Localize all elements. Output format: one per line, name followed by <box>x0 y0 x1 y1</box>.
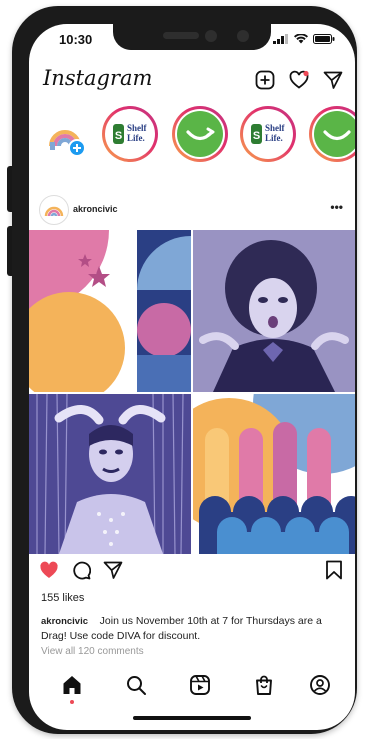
status-icons <box>273 34 335 44</box>
story-green-mark-1[interactable] <box>172 106 228 162</box>
post-caption: akroncivic Join us November 10th at 7 fo… <box>41 614 341 643</box>
svg-text:S: S <box>115 130 122 142</box>
comment-icon[interactable] <box>71 560 91 580</box>
home-active-dot <box>70 700 74 704</box>
home-icon[interactable] <box>61 674 83 696</box>
home-indicator <box>133 716 251 720</box>
bottom-nav <box>29 670 355 710</box>
story-label-line1: Shelf <box>127 123 147 133</box>
art-tile-top-left <box>29 230 191 392</box>
smile-logo-icon <box>186 127 215 141</box>
battery-icon <box>313 34 335 44</box>
story-shelf-life-1[interactable]: S Shelf Life. <box>102 106 158 162</box>
status-time: 10:30 <box>59 32 93 47</box>
svg-text:S: S <box>253 130 260 142</box>
stories-tray: S Shelf Life. S Shelf Life. <box>29 106 355 168</box>
phone-frame: 10:30 Instagram S Shelf Life. S Shelf Li… <box>12 6 357 734</box>
app-header: Instagram <box>29 64 355 100</box>
post-actions <box>29 558 355 584</box>
new-post-icon[interactable] <box>255 70 275 90</box>
add-story-icon[interactable] <box>68 139 86 157</box>
story-shelf-life-2[interactable]: S Shelf Life. <box>240 106 296 162</box>
performer-photo-2 <box>29 394 191 554</box>
share-icon[interactable] <box>103 560 123 580</box>
post-header: akroncivic ••• <box>29 194 355 226</box>
reels-icon[interactable] <box>189 674 211 696</box>
save-bookmark-icon[interactable] <box>325 560 343 580</box>
story-label-line2: Life. <box>127 133 145 143</box>
wifi-icon <box>294 34 308 44</box>
search-icon[interactable] <box>125 674 147 696</box>
direct-message-icon[interactable] <box>323 70 343 90</box>
more-options-icon[interactable]: ••• <box>330 200 343 214</box>
signal-icon <box>273 34 288 44</box>
performer-photo-1 <box>193 230 355 392</box>
avatar[interactable] <box>39 195 69 225</box>
like-heart-icon[interactable] <box>39 560 59 580</box>
like-count[interactable]: 155 likes <box>41 592 84 604</box>
caption-username[interactable]: akroncivic <box>41 616 88 627</box>
story-label-line2: Life. <box>265 133 283 143</box>
post-image[interactable] <box>29 230 355 554</box>
story-label-line1: Shelf <box>265 123 285 133</box>
post-username[interactable]: akroncivic <box>73 204 118 214</box>
story-your-story[interactable] <box>37 106 93 162</box>
art-tile-bottom-right <box>193 394 355 554</box>
shop-bag-icon[interactable] <box>253 674 275 696</box>
smile-logo-icon <box>323 130 351 141</box>
view-comments-link[interactable]: View all 120 comments <box>41 646 144 657</box>
story-green-mark-2[interactable] <box>309 106 355 162</box>
rainbow-logo-icon <box>44 206 64 217</box>
instagram-logo: Instagram <box>43 66 153 90</box>
app-screen: 10:30 Instagram S Shelf Life. S Shelf Li… <box>29 24 355 730</box>
notch <box>113 24 271 50</box>
activity-heart-icon[interactable] <box>289 70 309 90</box>
profile-icon[interactable] <box>309 674 331 696</box>
